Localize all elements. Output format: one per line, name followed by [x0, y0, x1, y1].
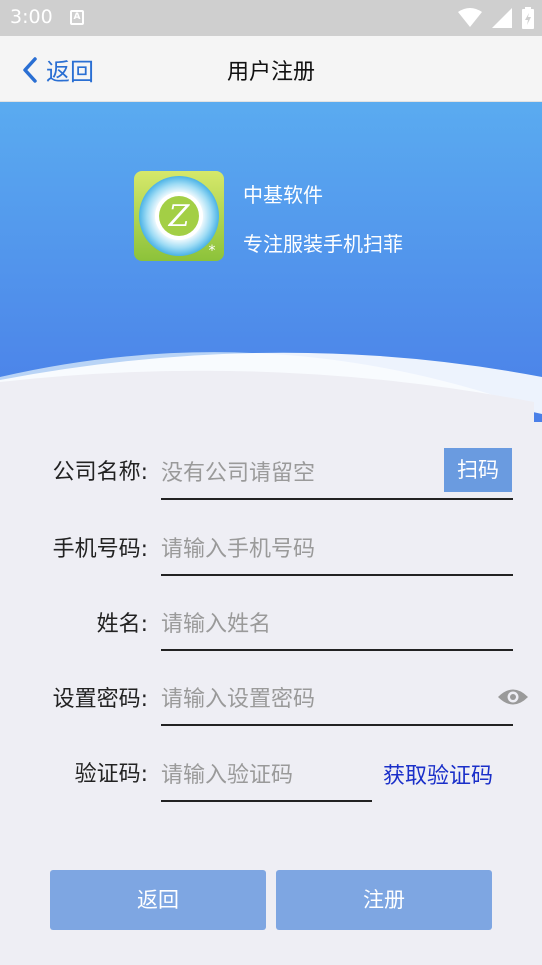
nav-bar: 返回 用户注册: [0, 36, 542, 102]
name-row: 姓名:: [0, 600, 542, 660]
header-banner: Z * 中基软件 专注服装手机扫菲: [0, 102, 542, 422]
code-input[interactable]: [161, 750, 372, 802]
notification-icon: A: [70, 10, 84, 25]
page-title: 用户注册: [226, 60, 315, 85]
eye-icon[interactable]: [497, 687, 529, 707]
phone-input[interactable]: [161, 525, 513, 576]
brand-name: 中基软件: [243, 183, 323, 207]
cell-signal-icon: [492, 8, 512, 28]
svg-text:Z: Z: [168, 199, 191, 234]
app-logo: Z *: [134, 171, 224, 261]
register-button[interactable]: 注册: [276, 870, 492, 930]
phone-label: 手机号码:: [52, 537, 148, 562]
status-icons: [458, 7, 534, 29]
scan-button[interactable]: 扫码: [444, 448, 512, 492]
password-input[interactable]: [161, 675, 513, 726]
password-row: 设置密码:: [0, 675, 542, 735]
status-bar: 3:00 A: [0, 0, 542, 36]
code-row: 验证码: 获取验证码: [0, 750, 542, 810]
name-label: 姓名:: [96, 612, 148, 637]
company-row: 公司名称: 扫码: [0, 448, 542, 508]
get-code-link[interactable]: 获取验证码: [383, 758, 493, 790]
banner-background: [0, 102, 542, 422]
password-label: 设置密码:: [52, 687, 148, 712]
code-label: 验证码:: [74, 762, 148, 787]
brand-slogan: 专注服装手机扫菲: [243, 232, 403, 256]
status-time: 3:00: [10, 6, 53, 28]
wifi-icon: [458, 8, 482, 27]
back-button[interactable]: 返回: [50, 870, 266, 930]
name-input[interactable]: [161, 600, 513, 651]
svg-text:*: *: [209, 243, 216, 259]
company-label: 公司名称:: [52, 460, 148, 485]
battery-icon: [522, 7, 534, 29]
phone-row: 手机号码:: [0, 525, 542, 585]
